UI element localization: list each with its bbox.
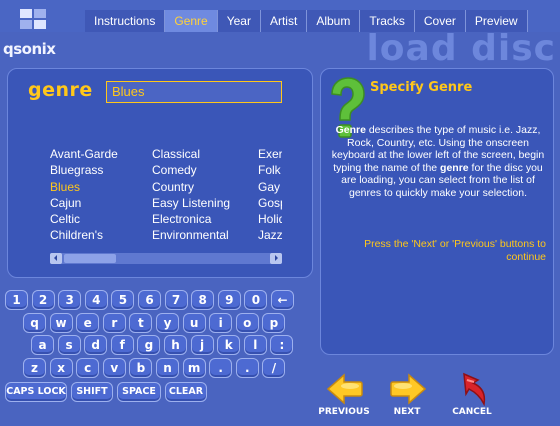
genre-list-item[interactable]: Classical: [152, 146, 230, 162]
key-d[interactable]: d: [84, 335, 108, 355]
clear-key[interactable]: CLEAR: [165, 382, 207, 402]
genre-list-item[interactable]: Electronica: [152, 211, 230, 227]
genre-list-item[interactable]: Comedy: [152, 162, 230, 178]
tab-genre[interactable]: Genre: [165, 10, 218, 32]
genre-label: genre: [28, 79, 93, 101]
genre-list-item[interactable]: Easy Listening: [152, 195, 230, 211]
key-colon[interactable]: :: [270, 335, 294, 355]
genre-list-item[interactable]: Cajun: [50, 195, 118, 211]
key-w[interactable]: w: [49, 312, 73, 333]
key-p[interactable]: p: [262, 312, 286, 333]
key-k[interactable]: k: [217, 335, 241, 355]
key-backspace[interactable]: ←: [271, 290, 294, 310]
genre-list-scrollbar[interactable]: [50, 253, 282, 264]
key-6[interactable]: 6: [138, 290, 161, 310]
tab-artist[interactable]: Artist: [260, 10, 308, 32]
previous-label: PREVIOUS: [318, 407, 370, 417]
key-v[interactable]: v: [102, 357, 126, 378]
key-f[interactable]: f: [110, 335, 134, 355]
key-slash[interactable]: /: [262, 357, 286, 378]
cancel-label: CANCEL: [452, 407, 492, 417]
key-9[interactable]: 9: [217, 290, 241, 310]
key-y[interactable]: y: [156, 312, 179, 333]
genre-list-item[interactable]: Country: [152, 179, 230, 195]
genre-list-item[interactable]: Blues: [50, 179, 118, 195]
key-l[interactable]: l: [243, 335, 267, 355]
key-s[interactable]: s: [57, 335, 81, 355]
key-3[interactable]: 3: [58, 290, 82, 310]
screen-title: load disc: [366, 28, 556, 69]
key-n[interactable]: n: [156, 357, 179, 378]
key-2[interactable]: 2: [31, 290, 55, 310]
key-o[interactable]: o: [235, 312, 259, 333]
key-period[interactable]: .: [209, 357, 233, 378]
key-t[interactable]: t: [129, 312, 153, 333]
genre-list-item[interactable]: Environmental: [152, 227, 230, 243]
tab-instructions[interactable]: Instructions: [85, 10, 166, 32]
genre-list-item[interactable]: Holid: [258, 211, 282, 227]
help-body: Genre describes the type of music i.e. J…: [325, 124, 551, 200]
genre-column: ExercFolkGayGospHolidJazz: [258, 146, 282, 244]
key-1[interactable]: 1: [5, 290, 28, 310]
shift-key[interactable]: SHIFT: [71, 382, 113, 402]
genre-list-item[interactable]: Exerc: [258, 146, 282, 162]
genre-input[interactable]: Blues: [106, 81, 282, 103]
scroll-left-arrow-icon[interactable]: [50, 253, 62, 264]
key-5[interactable]: 5: [111, 290, 135, 310]
genre-list-item[interactable]: Gay: [258, 179, 282, 195]
genre-list-item[interactable]: Bluegrass: [50, 162, 118, 178]
key-i[interactable]: i: [209, 312, 233, 333]
key-u[interactable]: u: [182, 312, 206, 333]
key-c[interactable]: c: [76, 357, 100, 378]
cancel-arrow-icon: [463, 372, 486, 406]
key-x[interactable]: x: [49, 357, 73, 378]
next-button[interactable]: NEXT: [381, 372, 433, 422]
genre-list-item[interactable]: Gosp: [258, 195, 282, 211]
key-7[interactable]: 7: [164, 290, 188, 310]
key-a[interactable]: a: [31, 335, 54, 355]
key-4[interactable]: 4: [84, 290, 108, 310]
next-label: NEXT: [393, 407, 421, 417]
app-logo: qsonix: [3, 40, 56, 58]
space-key[interactable]: SPACE: [117, 382, 161, 402]
help-body-term: Genre: [335, 124, 366, 136]
scroll-thumb[interactable]: [64, 254, 116, 263]
genre-list: Avant-Garde Bluegrass Blues Cajun Celtic Chil…: [50, 146, 282, 250]
onscreen-keyboard: 1 2 3 4 5 6 7 8 9 0 ← q w e r t y u i o p a s d f g h j k l: z x c v b n m..…: [5, 290, 310, 422]
genre-column: Classical Comedy Country Easy Listening Elec…: [152, 146, 230, 244]
key-e[interactable]: e: [76, 312, 100, 333]
tab-year[interactable]: Year: [217, 10, 261, 32]
help-title: Specify Genre: [370, 80, 473, 95]
right-arrow-icon: [390, 373, 427, 405]
key-j[interactable]: j: [190, 335, 214, 355]
genre-list-item[interactable]: Folk: [258, 162, 282, 178]
help-body-term-2: genre: [440, 161, 469, 174]
scroll-right-arrow-icon[interactable]: [270, 253, 282, 264]
genre-list-item[interactable]: Avant-Garde: [50, 146, 118, 162]
tab-album[interactable]: Album: [307, 10, 361, 32]
key-g[interactable]: g: [137, 335, 161, 355]
genre-column: Avant-Garde Bluegrass Blues Cajun Celtic Chil…: [50, 146, 118, 244]
key-r[interactable]: r: [102, 312, 126, 333]
genre-list-item[interactable]: Celtic: [50, 211, 118, 227]
logo-icon: [20, 9, 48, 31]
key-0[interactable]: 0: [244, 290, 268, 310]
previous-button[interactable]: PREVIOUS: [318, 372, 370, 422]
left-arrow-icon: [326, 373, 363, 405]
caps-lock-key[interactable]: CAPS LOCK: [5, 382, 67, 402]
cancel-button[interactable]: CANCEL: [446, 372, 498, 422]
key-b[interactable]: b: [129, 357, 153, 378]
key-h[interactable]: h: [164, 335, 187, 355]
key-q[interactable]: q: [23, 312, 46, 333]
key-8[interactable]: 8: [191, 290, 215, 310]
key-m[interactable]: m: [182, 357, 206, 378]
genre-list-item[interactable]: Children's: [50, 227, 118, 243]
genre-list-item[interactable]: Jazz: [258, 227, 282, 243]
key-z[interactable]: z: [23, 357, 46, 378]
key-period[interactable]: .: [235, 357, 259, 378]
help-hint: Press the 'Next' or 'Previous' buttons t…: [364, 238, 546, 263]
